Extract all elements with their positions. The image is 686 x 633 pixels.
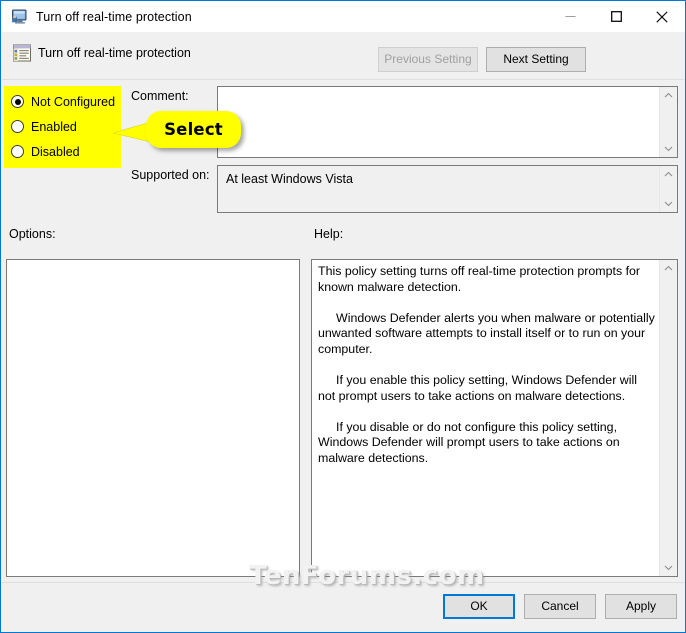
setting-title: Turn off real-time protection [38, 46, 191, 60]
apply-button[interactable]: Apply [605, 594, 677, 619]
supported-on-label: Supported on: [131, 168, 210, 182]
title-bar: Turn off real-time protection [1, 1, 685, 32]
previous-setting-button[interactable]: Previous Setting [378, 47, 478, 72]
supported-on-scrollbar[interactable] [659, 166, 677, 212]
comment-input[interactable] [217, 86, 678, 158]
chevron-down-icon[interactable] [660, 140, 677, 157]
next-setting-button[interactable]: Next Setting [486, 47, 586, 72]
radio-disabled-mark [11, 145, 24, 158]
help-panel: This policy setting turns off real-time … [311, 259, 678, 577]
help-paragraph-4: If you disable or do not configure this … [318, 419, 620, 466]
supported-on-box: At least Windows Vista [217, 165, 678, 213]
chevron-up-icon[interactable] [660, 87, 677, 104]
help-text: This policy setting turns off real-time … [318, 264, 657, 482]
help-paragraph-1: This policy setting turns off real-time … [318, 264, 641, 294]
radio-enabled-mark [11, 120, 24, 133]
radio-enabled[interactable]: Enabled [11, 114, 123, 139]
radio-disabled-label: Disabled [31, 144, 80, 159]
chevron-up-icon[interactable] [660, 260, 677, 277]
dialog-footer: OK Cancel Apply [2, 582, 684, 631]
options-label: Options: [9, 227, 56, 241]
ok-button[interactable]: OK [443, 594, 515, 619]
select-callout: Select [146, 111, 241, 148]
chevron-down-icon[interactable] [660, 559, 677, 576]
comment-scrollbar[interactable] [659, 87, 677, 157]
comment-label: Comment: [131, 89, 189, 103]
window-title: Turn off real-time protection [36, 9, 192, 24]
minimize-icon[interactable] [547, 1, 593, 32]
help-paragraph-2: Windows Defender alerts you when malware… [318, 310, 655, 357]
chevron-down-icon[interactable] [660, 195, 677, 212]
radio-enabled-label: Enabled [31, 119, 77, 134]
help-paragraph-3: If you enable this policy setting, Windo… [318, 372, 637, 403]
window-controls [547, 1, 685, 32]
policy-state-radio-group: Not Configured Enabled Disabled [11, 89, 123, 164]
help-scrollbar[interactable] [659, 260, 677, 576]
options-panel[interactable] [6, 259, 300, 577]
policy-setting-dialog: Turn off real-time protection Turn off r… [0, 0, 686, 633]
group-policy-setting-icon [12, 43, 32, 63]
chevron-up-icon[interactable] [660, 166, 677, 183]
policy-computer-icon [10, 8, 28, 26]
radio-not-configured-label: Not Configured [31, 94, 116, 109]
close-icon[interactable] [639, 1, 685, 32]
supported-on-value: At least Windows Vista [226, 172, 353, 186]
select-callout-label: Select [164, 120, 223, 139]
radio-disabled[interactable]: Disabled [11, 139, 123, 164]
maximize-icon[interactable] [593, 1, 639, 32]
radio-not-configured[interactable]: Not Configured [11, 89, 123, 114]
help-label: Help: [314, 227, 344, 241]
cancel-button[interactable]: Cancel [524, 594, 596, 619]
radio-not-configured-mark [11, 95, 24, 108]
